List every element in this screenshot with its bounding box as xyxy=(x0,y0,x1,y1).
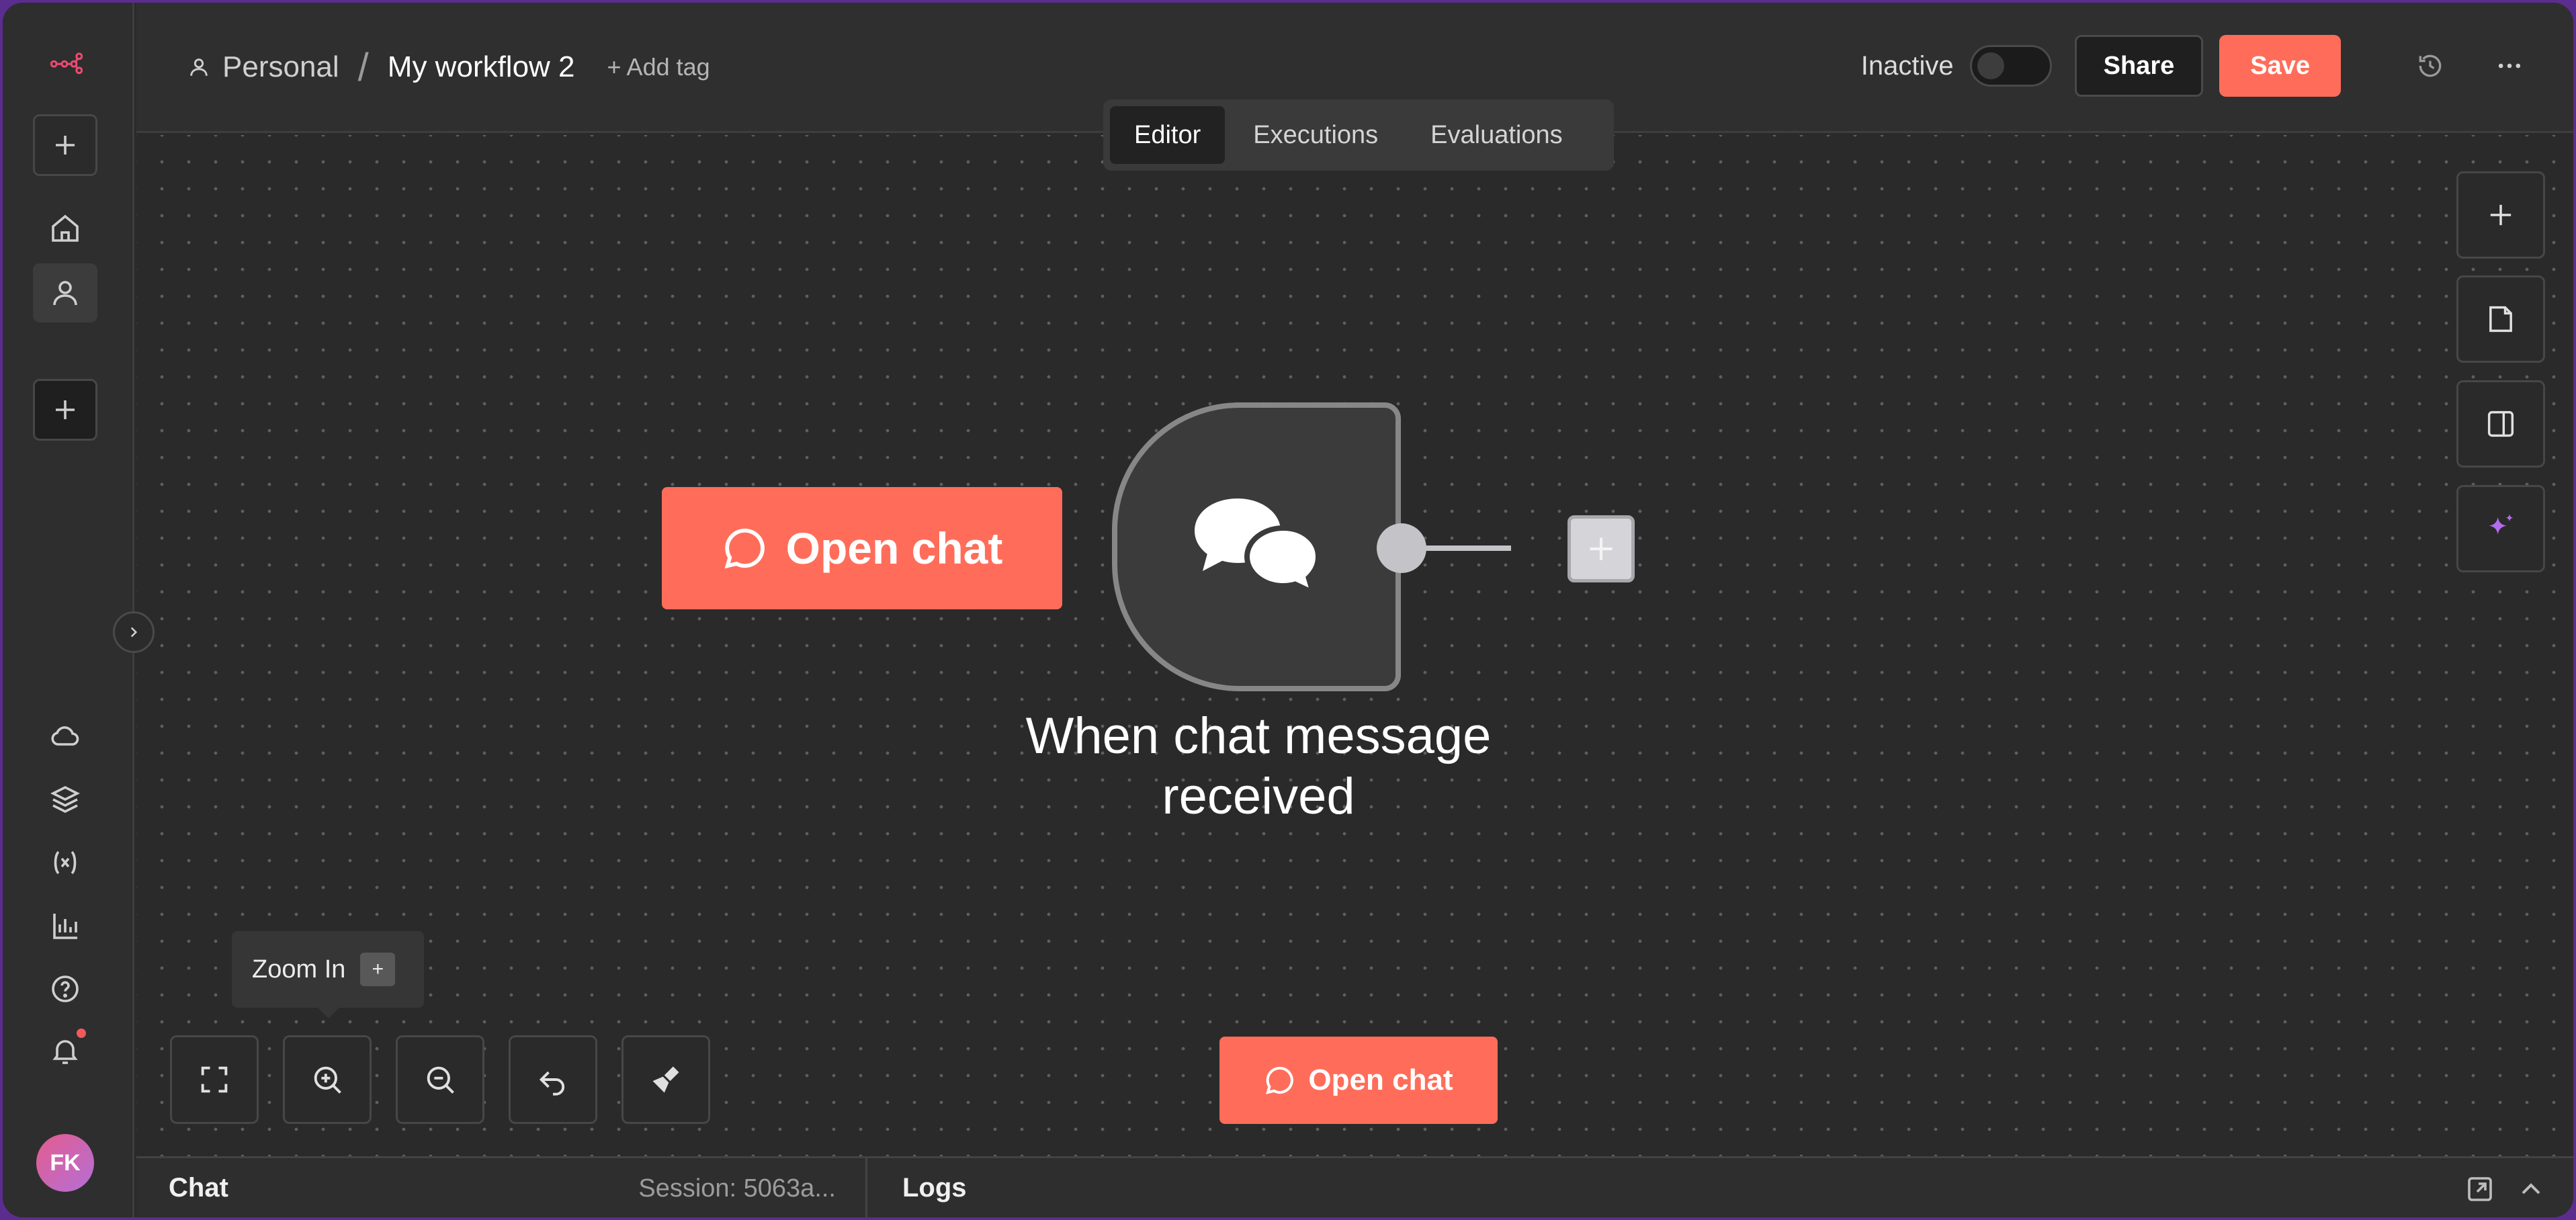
zoom-in-button[interactable] xyxy=(283,1035,372,1124)
status-label: Inactive xyxy=(1860,50,1954,81)
user-icon xyxy=(190,58,208,76)
open-chat-label: Open chat xyxy=(785,523,1003,573)
tidy-up-button[interactable] xyxy=(621,1035,710,1124)
node-connector-line xyxy=(1420,546,1511,551)
chat-bubbles-icon xyxy=(1195,498,1322,598)
insights-chart-icon[interactable] xyxy=(33,896,97,955)
node-output-handle[interactable] xyxy=(1377,523,1426,573)
help-icon[interactable] xyxy=(33,959,97,1018)
n8n-logo-icon[interactable] xyxy=(30,39,103,86)
notification-dot xyxy=(77,1029,86,1038)
reset-zoom-button[interactable] xyxy=(509,1035,597,1124)
fit-view-icon xyxy=(201,1066,228,1093)
header-actions: Inactive Share Save xyxy=(1861,35,2533,97)
breadcrumb: Personal / My workflow 2 + Add tag xyxy=(187,46,710,89)
logs-panel-label[interactable]: Logs xyxy=(902,1173,967,1203)
node-title: When chat message received xyxy=(1025,707,1492,825)
panel-toggle-icon[interactable] xyxy=(2456,380,2545,468)
undo-icon xyxy=(539,1071,565,1096)
workflow-canvas[interactable]: Open chat When chat message received Zoo… xyxy=(136,135,2573,1156)
chevron-up-icon[interactable] xyxy=(2515,1173,2547,1205)
notifications-bell-icon[interactable] xyxy=(33,1021,97,1080)
more-options-icon[interactable] xyxy=(2486,42,2533,89)
bottom-panel-bar: Chat Session: 5063a... Logs xyxy=(136,1156,2573,1217)
tab-evaluations[interactable]: Evaluations xyxy=(1406,106,1586,164)
app-window: FK Personal / My workflow 2 + Add tag In… xyxy=(3,3,2573,1217)
add-tag-button[interactable]: + Add tag xyxy=(607,53,710,81)
open-chat-bottom-label: Open chat xyxy=(1308,1063,1453,1096)
sticky-note-icon[interactable] xyxy=(2456,275,2545,363)
personal-user-icon[interactable] xyxy=(33,263,97,322)
open-chat-node-button[interactable]: Open chat xyxy=(662,487,1062,609)
fit-view-button[interactable] xyxy=(170,1035,259,1124)
tab-editor[interactable]: Editor xyxy=(1110,106,1226,164)
save-button[interactable]: Save xyxy=(2219,35,2341,97)
plus-icon xyxy=(1590,537,1613,560)
zoom-in-icon xyxy=(314,1066,341,1094)
tooltip-shortcut: + xyxy=(360,953,396,986)
workflow-name[interactable]: My workflow 2 xyxy=(388,50,575,84)
sidebar-expand-button[interactable] xyxy=(113,611,155,653)
add-node-tool-button[interactable] xyxy=(2456,171,2545,259)
active-toggle[interactable] xyxy=(1969,45,2052,87)
session-id[interactable]: Session: 5063a... xyxy=(638,1174,836,1203)
ai-assistant-sparkle-icon[interactable] xyxy=(2456,485,2545,572)
add-next-node-button[interactable] xyxy=(1568,515,1635,582)
breadcrumb-project[interactable]: Personal xyxy=(222,50,339,84)
home-icon[interactable] xyxy=(33,199,97,258)
broom-icon xyxy=(652,1066,679,1093)
tooltip-label: Zoom In xyxy=(252,955,346,984)
chat-icon xyxy=(1266,1066,1294,1094)
chat-icon xyxy=(724,528,765,569)
avatar[interactable]: FK xyxy=(36,1134,94,1192)
add-project-button[interactable] xyxy=(33,379,97,441)
chat-panel-header[interactable]: Chat Session: 5063a... xyxy=(136,1158,867,1217)
zoom-out-icon xyxy=(427,1066,454,1094)
tab-executions[interactable]: Executions xyxy=(1229,106,1402,164)
variables-icon[interactable] xyxy=(33,833,97,892)
sidebar: FK xyxy=(3,3,134,1217)
zoom-in-tooltip: Zoom In + xyxy=(232,931,424,1018)
create-button[interactable] xyxy=(33,114,97,176)
view-tabs: Editor Executions Evaluations xyxy=(1103,99,1614,171)
zoom-out-button[interactable] xyxy=(396,1035,484,1124)
share-button[interactable]: Share xyxy=(2074,35,2204,97)
pop-out-icon[interactable] xyxy=(2464,1173,2496,1205)
breadcrumb-separator: / xyxy=(357,45,369,89)
open-chat-button[interactable]: Open chat xyxy=(1219,1037,1498,1124)
history-icon[interactable] xyxy=(2407,42,2454,89)
cloud-icon[interactable] xyxy=(33,707,97,766)
templates-box-icon[interactable] xyxy=(33,770,97,829)
chat-trigger-node[interactable] xyxy=(1112,402,1401,691)
chat-panel-label: Chat xyxy=(169,1173,228,1203)
